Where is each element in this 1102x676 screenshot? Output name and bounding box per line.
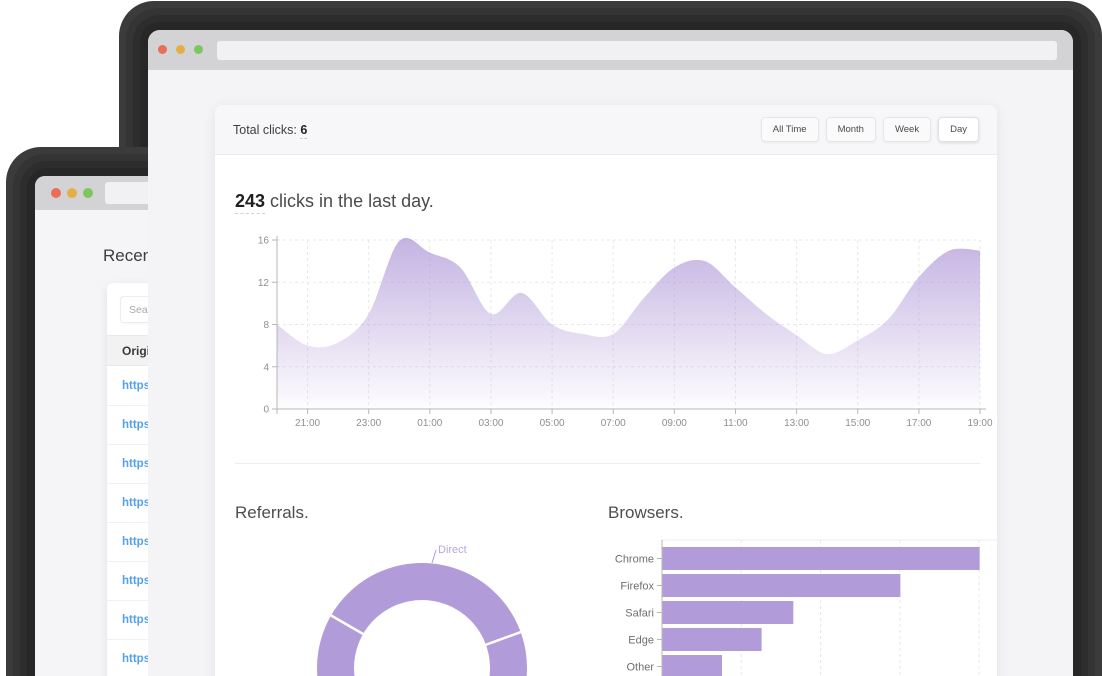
svg-text:01:00: 01:00 — [417, 418, 442, 429]
svg-text:Safari: Safari — [625, 608, 654, 620]
maximize-window-icon[interactable] — [194, 45, 203, 54]
svg-text:13:00: 13:00 — [784, 418, 809, 429]
clicks-count: 243 — [235, 191, 265, 214]
clicks-headline-text: clicks in the last day. — [265, 191, 434, 211]
total-clicks-label: Total clicks: — [233, 123, 297, 137]
section-divider — [235, 463, 980, 464]
svg-text:8: 8 — [263, 320, 269, 331]
svg-text:11:00: 11:00 — [723, 418, 748, 429]
front-window-titlebar — [148, 30, 1073, 70]
range-button-all-time[interactable]: All Time — [761, 117, 819, 142]
svg-text:05:00: 05:00 — [540, 418, 565, 429]
total-clicks-value: 6 — [300, 123, 307, 139]
svg-text:12: 12 — [258, 278, 270, 289]
svg-text:21:00: 21:00 — [295, 418, 320, 429]
svg-text:09:00: 09:00 — [662, 418, 687, 429]
range-button-month[interactable]: Month — [826, 117, 876, 142]
svg-text:Other: Other — [626, 662, 654, 674]
svg-text:0: 0 — [263, 405, 269, 416]
address-bar[interactable] — [217, 41, 1057, 60]
range-button-day[interactable]: Day — [938, 117, 979, 142]
svg-text:15:00: 15:00 — [845, 418, 870, 429]
minimize-window-icon[interactable] — [67, 188, 77, 198]
maximize-window-icon[interactable] — [83, 188, 93, 198]
clicks-headline: 243 clicks in the last day. — [235, 191, 434, 212]
range-button-week[interactable]: Week — [883, 117, 931, 142]
svg-text:Edge: Edge — [628, 635, 654, 647]
svg-text:Direct: Direct — [438, 544, 467, 556]
close-window-icon[interactable] — [158, 45, 167, 54]
clicks-area-chart: 0 4 8 12 16 21:00 23:00 01:00 03:00 05:00 07:00 09:… — [223, 230, 993, 435]
minimize-window-icon[interactable] — [176, 45, 185, 54]
referrals-section-title: Referrals. — [235, 503, 309, 523]
analytics-card: Total clicks: 6 All Time Month Week Day … — [215, 105, 997, 676]
browsers-bar-chart: Chrome Firefox Safari Edge Other — [608, 535, 1010, 676]
svg-text:Firefox: Firefox — [620, 581, 654, 593]
back-page-title: Recen — [103, 246, 152, 266]
close-window-icon[interactable] — [51, 188, 61, 198]
total-clicks: Total clicks: 6 — [233, 123, 307, 137]
svg-text:17:00: 17:00 — [906, 418, 931, 429]
svg-text:03:00: 03:00 — [478, 418, 503, 429]
mockup-canvas: Recen Origin https: https: https: https:… — [0, 0, 1102, 676]
referrals-donut-chart: Direct — [300, 535, 560, 676]
time-range-buttons: All Time Month Week Day — [761, 117, 979, 142]
svg-text:4: 4 — [263, 362, 269, 373]
svg-text:19:00: 19:00 — [967, 418, 992, 429]
svg-text:16: 16 — [258, 236, 270, 247]
svg-text:07:00: 07:00 — [601, 418, 626, 429]
svg-text:23:00: 23:00 — [356, 418, 381, 429]
front-browser-window: Total clicks: 6 All Time Month Week Day … — [148, 30, 1073, 676]
svg-text:Chrome: Chrome — [615, 554, 654, 566]
browsers-section-title: Browsers. — [608, 503, 684, 523]
card-header: Total clicks: 6 All Time Month Week Day — [215, 105, 997, 155]
